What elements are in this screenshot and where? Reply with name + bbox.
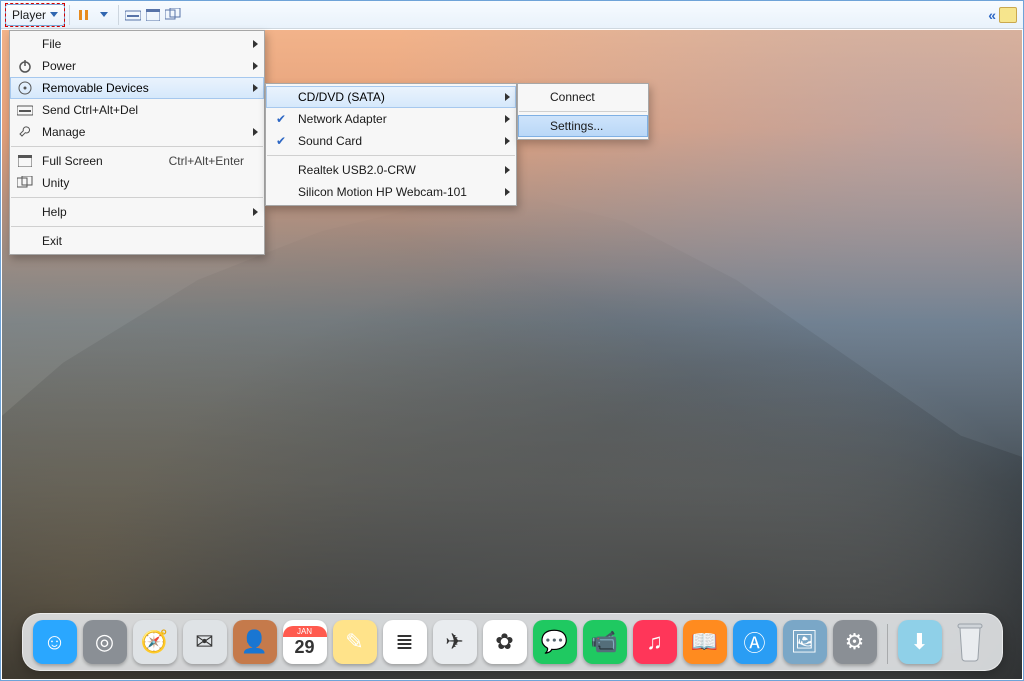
menu-full-screen-accel: Ctrl+Alt+Enter — [169, 154, 244, 168]
menu-send-cad[interactable]: Send Ctrl+Alt+Del — [10, 99, 264, 121]
vmware-player-window: Player « — [0, 0, 1024, 681]
submenu-arrow-icon — [253, 84, 258, 92]
menu-manage[interactable]: Manage — [10, 121, 264, 143]
unity-icon — [16, 174, 34, 192]
cddvd-submenu: • Connect • Settings... — [517, 83, 649, 140]
submenu-arrow-icon — [505, 188, 510, 196]
notes-icon[interactable] — [999, 7, 1017, 23]
player-menu-button[interactable]: Player — [5, 4, 65, 26]
dock-container: ☺◎🧭✉👤JAN29✎≣✈✿💬📹♫📖Ⓐ🖼⚙ ⬇ — [2, 613, 1022, 671]
fullscreen-icon — [16, 152, 34, 170]
dock-downloads[interactable]: ⬇ — [898, 620, 942, 664]
menu-separator — [11, 226, 263, 227]
menu-full-screen-label: Full Screen — [42, 154, 139, 168]
menu-power-label: Power — [42, 59, 244, 73]
menu-power[interactable]: Power — [10, 55, 264, 77]
check-icon: ✔ — [272, 132, 290, 150]
dock-app-reminders[interactable]: ≣ — [383, 620, 427, 664]
dock-app-ibooks[interactable]: 📖 — [683, 620, 727, 664]
dock-app-contacts[interactable]: 👤 — [233, 620, 277, 664]
dock-app-appstore[interactable]: Ⓐ — [733, 620, 777, 664]
submenu-cddvd[interactable]: ✔ CD/DVD (SATA) — [266, 86, 516, 108]
submenu-realtek-label: Realtek USB2.0-CRW — [298, 163, 496, 177]
menu-separator — [11, 197, 263, 198]
submenu-arrow-icon — [253, 128, 258, 136]
disc-icon — [16, 79, 34, 97]
submenu-connect[interactable]: • Connect — [518, 86, 648, 108]
unity-toolbar-button[interactable] — [163, 5, 183, 25]
toolbar: Player « — [1, 1, 1023, 29]
keyboard-icon — [16, 101, 34, 119]
dock-trash[interactable] — [948, 620, 992, 664]
pause-button[interactable] — [74, 5, 94, 25]
submenu-arrow-icon — [253, 62, 258, 70]
submenu-sound-label: Sound Card — [298, 134, 496, 148]
collapse-icon[interactable]: « — [988, 7, 993, 23]
submenu-arrow-icon — [505, 137, 510, 145]
menu-file[interactable]: • File — [10, 33, 264, 55]
check-icon: ✔ — [272, 110, 290, 128]
submenu-cddvd-label: CD/DVD (SATA) — [298, 90, 496, 104]
player-menu-label: Player — [12, 8, 46, 22]
submenu-arrow-icon — [253, 40, 258, 48]
dock-app-messages[interactable]: 💬 — [533, 620, 577, 664]
dock: ☺◎🧭✉👤JAN29✎≣✈✿💬📹♫📖Ⓐ🖼⚙ ⬇ — [22, 613, 1003, 671]
submenu-network-adapter[interactable]: ✔ Network Adapter — [266, 108, 516, 130]
submenu-connect-label: Connect — [550, 90, 628, 104]
menu-send-cad-label: Send Ctrl+Alt+Del — [42, 103, 244, 117]
menu-file-label: File — [42, 37, 244, 51]
submenu-arrow-icon — [505, 166, 510, 174]
menu-help[interactable]: • Help — [10, 201, 264, 223]
dropdown-icon — [100, 12, 108, 17]
menu-exit[interactable]: • Exit — [10, 230, 264, 252]
removable-devices-submenu: ✔ CD/DVD (SATA) ✔ Network Adapter ✔ Soun… — [265, 83, 517, 206]
menu-separator — [267, 155, 515, 156]
dock-app-safari[interactable]: 🧭 — [133, 620, 177, 664]
toolbar-separator — [118, 5, 119, 25]
menu-exit-label: Exit — [42, 234, 244, 248]
send-cad-toolbar-button[interactable] — [123, 5, 143, 25]
submenu-arrow-icon — [253, 208, 258, 216]
power-dropdown-button[interactable] — [94, 5, 114, 25]
dock-app-launchpad[interactable]: ◎ — [83, 620, 127, 664]
player-menu: • File Power Removable Devices Send Ctrl… — [9, 30, 265, 255]
submenu-webcam-label: Silicon Motion HP Webcam-101 — [298, 185, 496, 199]
dock-app-calendar[interactable]: JAN29 — [283, 620, 327, 664]
menu-removable-label: Removable Devices — [42, 81, 244, 95]
wrench-icon — [16, 123, 34, 141]
menu-help-label: Help — [42, 205, 244, 219]
dock-app-mail[interactable]: ✉ — [183, 620, 227, 664]
submenu-realtek-usb[interactable]: ✔ Realtek USB2.0-CRW — [266, 159, 516, 181]
dock-app-maps[interactable]: ✈ — [433, 620, 477, 664]
dock-app-itunes[interactable]: ♫ — [633, 620, 677, 664]
menu-removable-devices[interactable]: Removable Devices — [10, 77, 264, 99]
submenu-settings-label: Settings... — [550, 119, 628, 133]
dock-app-facetime[interactable]: 📹 — [583, 620, 627, 664]
menu-full-screen[interactable]: Full Screen Ctrl+Alt+Enter — [10, 150, 264, 172]
dock-app-sysprefs[interactable]: ⚙ — [833, 620, 877, 664]
dock-app-photos[interactable]: ✿ — [483, 620, 527, 664]
menu-manage-label: Manage — [42, 125, 244, 139]
submenu-settings[interactable]: • Settings... — [518, 115, 648, 137]
submenu-network-label: Network Adapter — [298, 112, 496, 126]
menu-unity-label: Unity — [42, 176, 244, 190]
submenu-hp-webcam[interactable]: ✔ Silicon Motion HP Webcam-101 — [266, 181, 516, 203]
toolbar-right: « — [988, 1, 1017, 29]
submenu-arrow-icon — [505, 115, 510, 123]
dropdown-icon — [50, 12, 58, 17]
submenu-arrow-icon — [505, 93, 510, 101]
menu-separator — [519, 111, 647, 112]
toolbar-separator — [69, 5, 70, 25]
dock-app-preview[interactable]: 🖼 — [783, 620, 827, 664]
submenu-sound-card[interactable]: ✔ Sound Card — [266, 130, 516, 152]
fullscreen-toolbar-button[interactable] — [143, 5, 163, 25]
dock-app-notes[interactable]: ✎ — [333, 620, 377, 664]
dock-app-finder[interactable]: ☺ — [33, 620, 77, 664]
menu-unity[interactable]: Unity — [10, 172, 264, 194]
dock-separator — [887, 624, 888, 664]
menu-separator — [11, 146, 263, 147]
power-icon — [16, 57, 34, 75]
